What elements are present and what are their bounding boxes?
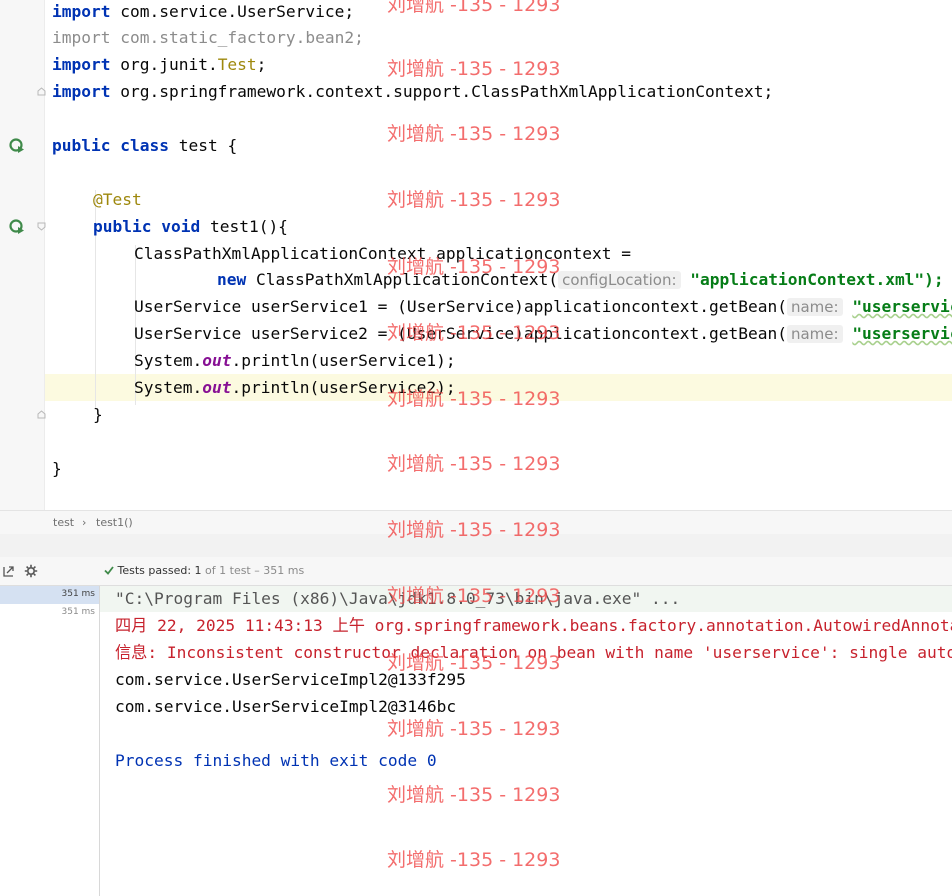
tests-status: Tests passed: 1 of 1 test – 351 ms — [104, 564, 304, 577]
export-icon[interactable] — [2, 564, 16, 578]
code-line-close-class[interactable]: } — [52, 456, 62, 482]
code-line-getbean-1[interactable]: UserService userService1 = (UserService)… — [134, 294, 952, 320]
fold-icon[interactable] — [37, 87, 46, 96]
fold-icon[interactable] — [37, 222, 46, 231]
code-editor[interactable]: import com.service.UserService; import c… — [0, 0, 952, 510]
console-output[interactable]: "C:\Program Files (x86)\Java\jdk1.8.0_73… — [100, 586, 952, 896]
parameter-hint: configLocation: — [558, 271, 681, 289]
breadcrumb-method[interactable]: test1() — [96, 516, 133, 529]
console-log-date: 四月 22, 2025 11:43:13 上午 org.springframew… — [115, 616, 952, 635]
code-line-import-junit[interactable]: import org.junit.Test; — [52, 52, 266, 78]
code-line-close-method[interactable]: } — [93, 402, 103, 428]
console-exit-message: Process finished with exit code 0 — [115, 751, 437, 770]
parameter-hint: name: — [786, 325, 843, 343]
code-line-println-1[interactable]: System.out.println(userService1); — [134, 348, 456, 374]
run-test-icon[interactable] — [8, 218, 26, 236]
console-output-line: com.service.UserServiceImpl2@3146bc — [115, 697, 457, 716]
code-line-test-annotation[interactable]: @Test — [93, 187, 142, 213]
checkmark-icon — [104, 566, 114, 575]
code-line-class-declaration[interactable]: public class test { — [52, 133, 237, 159]
code-line-import-userservice[interactable]: import com.service.UserService; — [52, 0, 354, 25]
code-line-import-context[interactable]: import org.springframework.context.suppo… — [52, 79, 773, 105]
console-log-info: 信息: Inconsistent constructor declaration… — [115, 643, 952, 662]
console-command-line[interactable]: "C:\Program Files (x86)\Java\jdk1.8.0_73… — [115, 586, 680, 612]
code-line-import-bean2[interactable]: import com.static_factory.bean2; — [52, 25, 364, 51]
code-line-println-2[interactable]: System.out.println(userService2); — [134, 375, 456, 401]
code-line-context-declaration[interactable]: ClassPathXmlApplicationContext applicati… — [134, 241, 631, 267]
test-tree: 351 ms 351 ms — [0, 586, 100, 896]
tree-item-test-method[interactable]: 351 ms — [0, 604, 99, 622]
tool-window-header — [0, 534, 952, 558]
fold-icon[interactable] — [37, 410, 46, 419]
code-line-context-new[interactable]: new ClassPathXmlApplicationContext(confi… — [217, 267, 944, 293]
breadcrumb-class[interactable]: test — [53, 516, 74, 529]
editor-gutter — [0, 0, 46, 510]
breadcrumb-separator: › — [82, 516, 87, 529]
settings-icon[interactable] — [24, 564, 39, 579]
code-line-method-declaration[interactable]: public void test1(){ — [93, 214, 288, 240]
run-toolbar: Tests passed: 1 of 1 test – 351 ms — [0, 557, 952, 586]
code-line-getbean-2[interactable]: UserService userService2 = (UserService)… — [134, 321, 952, 347]
parameter-hint: name: — [786, 298, 843, 316]
breadcrumb: test › test1() — [0, 510, 952, 535]
console-output-line: com.service.UserServiceImpl2@133f295 — [115, 670, 466, 689]
run-test-icon[interactable] — [8, 137, 26, 155]
tree-item-test-class[interactable]: 351 ms — [0, 586, 99, 604]
